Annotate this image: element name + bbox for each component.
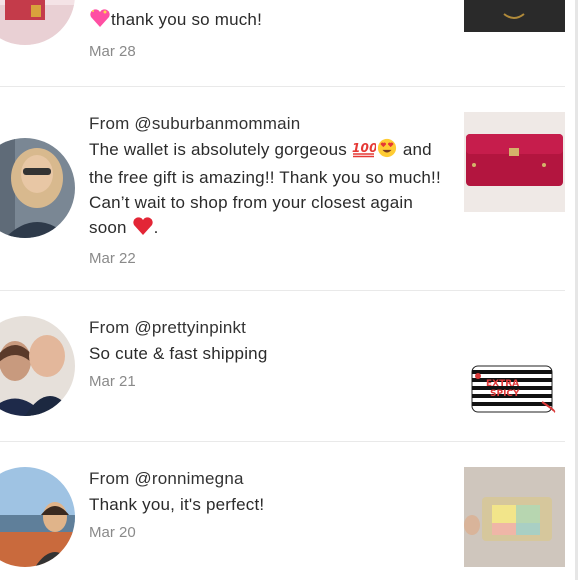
review-date: Mar 21 — [89, 373, 136, 390]
hundred-points-icon: 100 — [352, 138, 377, 165]
couple-avatar[interactable] — [0, 316, 75, 416]
review-message-text: . — [153, 218, 159, 237]
bag-label: SPICY — [490, 389, 520, 399]
bag-label: EXTRA — [486, 379, 519, 389]
red-heart-icon — [132, 216, 154, 243]
review-date: Mar 28 — [89, 43, 136, 60]
review-message: So cute & fast shipping — [89, 344, 268, 363]
review-author[interactable]: From @prettyinpinkt — [89, 316, 449, 340]
scrollbar[interactable] — [575, 0, 578, 580]
sparkling-heart-icon — [89, 8, 111, 35]
review-message-text: The wallet is absolutely gorgeous — [89, 140, 352, 159]
black-wallet-thumbnail[interactable] — [464, 0, 565, 32]
woman-selfie-avatar[interactable] — [0, 138, 75, 238]
pastel-wallet-thumbnail[interactable] — [464, 467, 565, 567]
svg-text:100: 100 — [352, 141, 376, 155]
review-author[interactable]: From @ronnimegna — [89, 467, 449, 491]
holiday-scene-avatar[interactable] — [0, 0, 75, 45]
review-date: Mar 22 — [89, 250, 136, 267]
divider — [0, 86, 565, 87]
divider — [0, 441, 565, 442]
review-message-text: thank you so much! — [111, 10, 263, 29]
review-message: thank you so much! — [89, 7, 449, 35]
heart-eyes-icon — [376, 138, 398, 165]
magenta-wallet-thumbnail[interactable] — [464, 112, 565, 212]
review-message: The wallet is absolutely gorgeous 100 an… — [89, 137, 449, 243]
divider — [0, 290, 565, 291]
review-date: Mar 20 — [89, 524, 136, 541]
beach-selfie-avatar[interactable] — [0, 467, 75, 567]
review-author[interactable]: From @suburbanmommain — [89, 112, 449, 136]
review-message: Thank you, it's perfect! — [89, 495, 265, 514]
striped-bag-thumbnail[interactable]: EXTRA SPICY — [464, 316, 565, 416]
